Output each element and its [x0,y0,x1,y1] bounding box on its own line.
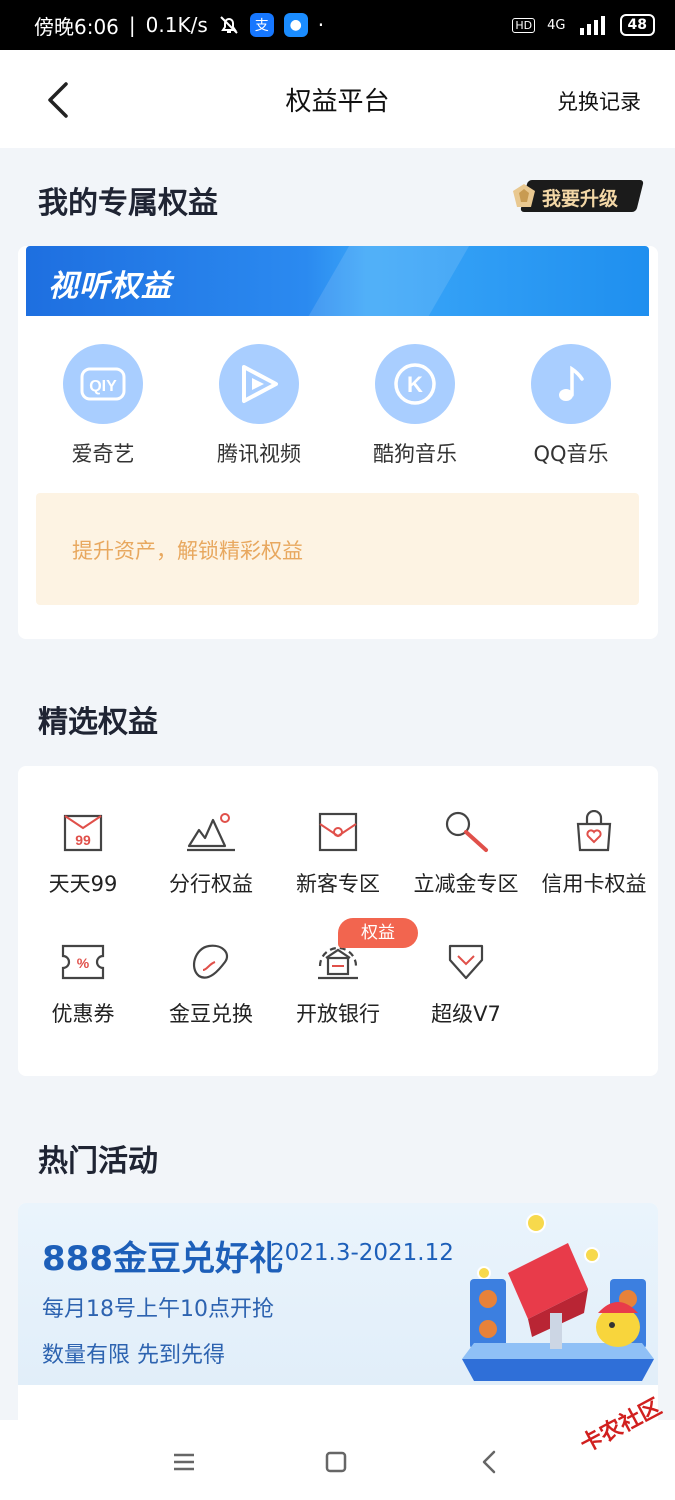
service-name: 爱奇艺 [71,442,135,466]
selected-section-title: 精选权益 [38,705,158,740]
status-time: 傍晚6:06 [34,14,119,39]
benefit-name: 金豆兑换 [169,1002,253,1026]
svg-text:QIY: QIY [89,378,117,395]
rights-badge: 权益 [338,918,418,948]
svg-text:99: 99 [75,832,91,848]
notice-text: 提升资产，解锁精彩权益 [72,539,303,563]
back-triangle-icon[interactable] [472,1444,508,1480]
battery-indicator: 48 [619,14,655,36]
bean-icon [192,944,229,979]
alipay-icon: 支 [249,13,274,37]
status-bar: 傍晚6:06 | 0.1K/s 支 ● · HD 4G 48 [0,0,675,50]
promo-line-2: 数量有限 先到先得 [42,1343,225,1368]
envelope-icon [318,812,358,852]
exclusive-card: 视听权益 QIY 爱奇艺 腾讯视频 K 酷狗音乐 QQ音乐 提升资产，解锁精彩权… [18,246,658,639]
coupon-icon: % [61,944,105,980]
mountain-icon [187,813,235,852]
qq-music-icon [531,344,611,424]
benefit-name: 分行权益 [169,872,253,896]
home-square-icon[interactable] [318,1444,354,1480]
service-iqiyi[interactable]: QIY 爱奇艺 [43,344,163,468]
benefit-coupon[interactable]: % 优惠券 [19,940,147,1028]
unlock-notice: 提升资产，解锁精彩权益 [36,493,639,605]
benefit-name: 优惠券 [51,1002,115,1026]
service-tencent-video[interactable]: 腾讯视频 [199,344,319,468]
message-app-icon: ● [283,13,308,37]
gem-icon [513,184,535,207]
top-navigation: 权益平台 兑换记录 [0,50,675,148]
service-kugou[interactable]: K 酷狗音乐 [355,344,475,468]
hot-activity-card: 888金豆兑好礼 2021.3-2021.12 每月18号上午10点开抢 数量有… [18,1203,658,1433]
service-qq-music[interactable]: QQ音乐 [511,344,631,468]
exchange-record-link[interactable]: 兑换记录 [557,86,641,116]
promo-banner[interactable]: 888金豆兑好礼 2021.3-2021.12 每月18号上午10点开抢 数量有… [18,1203,658,1385]
selected-card: 99 天天99 分行权益 新客专区 立减金专区 信用卡权益 % 优惠券 金豆兑换… [18,766,658,1076]
benefit-name: 立减金专区 [413,872,519,896]
hot-section-title: 热门活动 [38,1144,158,1179]
promo-dates: 2021.3-2021.12 [270,1240,454,1266]
bell-off-icon [220,16,238,34]
benefit-new-customer[interactable]: 新客专区 [274,810,402,898]
banner-title: 视听权益 [48,269,172,304]
shopping-bag-icon [576,810,612,852]
gift-stage-illustration [462,1213,654,1381]
benefit-credit-card[interactable]: 信用卡权益 [530,810,658,898]
benefit-name: 开放银行 [296,1002,380,1026]
iqiyi-icon: QIY [63,344,143,424]
promo-title: 888金豆兑好礼 [42,1239,283,1279]
benefit-open-bank[interactable]: 开放银行 [274,940,402,1028]
benefit-name: 超级V7 [431,1002,501,1026]
benefit-super-v7[interactable]: 超级V7 [402,940,530,1028]
benefit-name: 天天99 [48,872,118,896]
service-name: 腾讯视频 [217,442,301,466]
network-label: 4G [547,17,566,33]
benefit-branch[interactable]: 分行权益 [147,810,275,898]
audio-video-banner: 视听权益 [26,246,649,316]
exclusive-section-title: 我的专属权益 [38,186,218,221]
signal-icon [579,16,605,35]
tencent-video-icon [219,344,299,424]
benefit-name: 新客专区 [296,872,380,896]
hd-badge: HD [512,17,536,33]
chevron-left-icon[interactable] [40,80,80,120]
kugou-icon: K [375,344,455,424]
magnifier-icon [445,811,488,852]
benefit-cash-rebate[interactable]: 立减金专区 [402,810,530,898]
benefit-name: 信用卡权益 [541,872,647,896]
menu-icon[interactable] [166,1444,202,1480]
bag-99-icon: 99 [63,814,103,852]
svg-text:K: K [407,372,423,397]
upgrade-button[interactable]: 我要升级 [510,178,644,214]
service-name: QQ音乐 [533,442,609,466]
promo-line-1: 每月18号上午10点开抢 [42,1297,274,1322]
diamond-icon [448,944,484,980]
benefit-tiantian99[interactable]: 99 天天99 [19,810,147,898]
upgrade-label: 我要升级 [542,188,619,210]
service-name: 酷狗音乐 [373,442,457,466]
status-speed: 0.1K/s [145,13,208,37]
svg-text:%: % [77,955,90,971]
benefit-gold-bean[interactable]: 金豆兑换 [147,940,275,1028]
